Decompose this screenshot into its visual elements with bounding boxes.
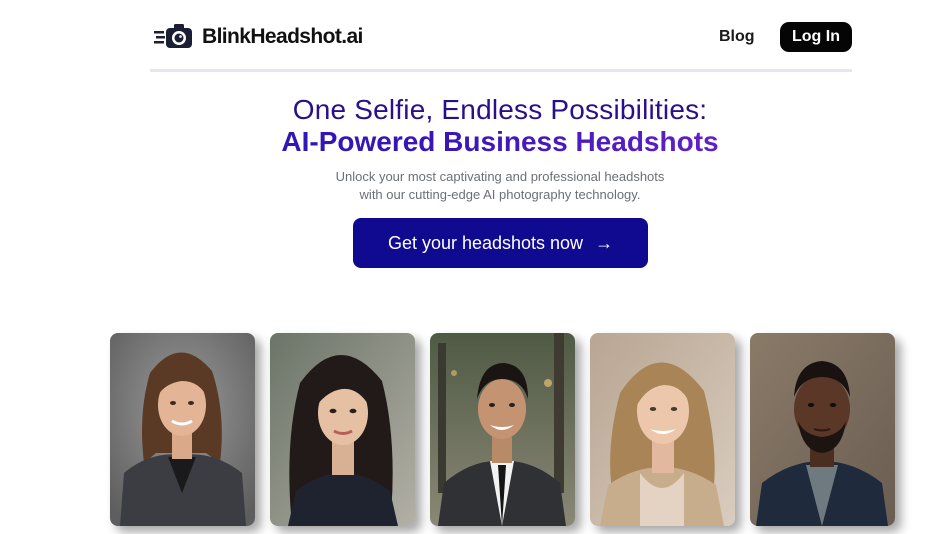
hero-subtitle-line2: with our cutting-edge AI photography tec… <box>359 187 641 202</box>
arrow-right-icon: → <box>595 232 614 253</box>
headshot-gallery <box>110 333 895 526</box>
site-header: BlinkHeadshot.ai Blog Log In <box>150 0 852 72</box>
hero-title-line1: One Selfie, Endless Possibilities: <box>292 94 708 125</box>
nav-blog-link[interactable]: Blog <box>719 28 755 46</box>
login-button[interactable]: Log In <box>780 22 852 52</box>
camera-icon <box>154 22 194 52</box>
logo-link[interactable]: BlinkHeadshot.ai <box>154 22 363 52</box>
hero-subtitle-line1: Unlock your most captivating and profess… <box>335 169 665 184</box>
headshot-woman-gray-blazer <box>110 333 255 526</box>
get-headshots-button[interactable]: Get your headshots now → <box>353 218 648 268</box>
hero-subtitle: Unlock your most captivating and profess… <box>0 168 950 204</box>
headshot-woman-blonde <box>590 333 735 526</box>
headshot-man-beard <box>750 333 895 526</box>
logo-text: BlinkHeadshot.ai <box>202 25 363 48</box>
headshot-woman-dark-hair <box>270 333 415 526</box>
headshot-man-suit-outdoor <box>430 333 575 526</box>
landing-page: BlinkHeadshot.ai Blog Log In One Selfie,… <box>0 0 950 534</box>
hero-title-line2: AI-Powered Business Headshots <box>0 126 950 158</box>
cta-label: Get your headshots now <box>387 232 584 253</box>
